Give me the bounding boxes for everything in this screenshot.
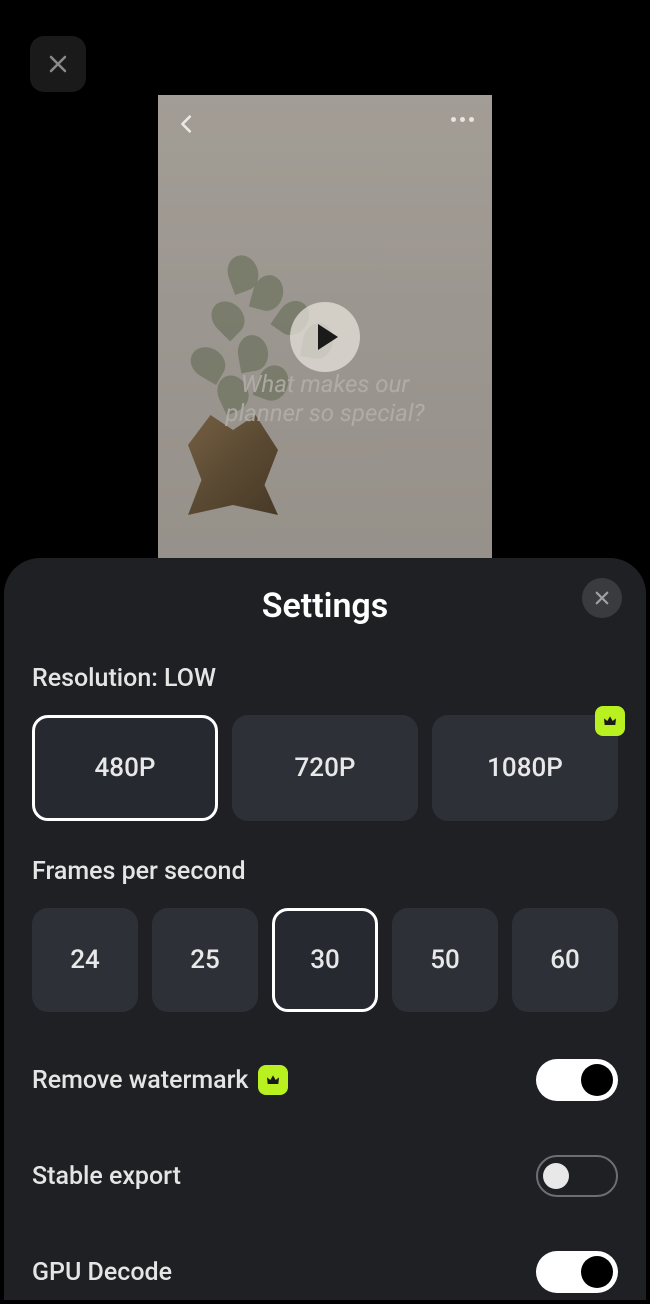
close-icon bbox=[46, 52, 70, 76]
fps-options: 24 25 30 50 60 bbox=[32, 908, 618, 1012]
gpu-decode-toggle[interactable] bbox=[536, 1251, 618, 1293]
resolution-label: Resolution: LOW bbox=[32, 664, 618, 693]
fps-option-25[interactable]: 25 bbox=[152, 908, 258, 1012]
remove-watermark-row: Remove watermark bbox=[32, 1048, 618, 1112]
toggle-knob bbox=[581, 1256, 613, 1288]
premium-badge bbox=[258, 1065, 288, 1095]
toggle-knob bbox=[543, 1163, 569, 1189]
resolution-option-1080p[interactable]: 1080P bbox=[432, 715, 618, 821]
crown-icon bbox=[602, 713, 618, 729]
preview-more-button[interactable] bbox=[451, 117, 474, 122]
gpu-decode-row: GPU Decode bbox=[32, 1240, 618, 1304]
toggle-knob bbox=[581, 1064, 613, 1096]
label-text: Remove watermark bbox=[32, 1066, 248, 1095]
fps-option-50[interactable]: 50 bbox=[392, 908, 498, 1012]
fps-option-24[interactable]: 24 bbox=[32, 908, 138, 1012]
fps-option-30[interactable]: 30 bbox=[272, 908, 378, 1012]
crown-icon bbox=[265, 1072, 281, 1088]
resolution-option-720p[interactable]: 720P bbox=[232, 715, 418, 821]
more-dot bbox=[469, 117, 474, 122]
close-icon bbox=[593, 589, 611, 607]
more-dot bbox=[451, 117, 456, 122]
sheet-title: Settings bbox=[32, 586, 618, 626]
fps-label: Frames per second bbox=[32, 857, 618, 886]
close-button[interactable] bbox=[30, 36, 86, 92]
preview-back-button[interactable] bbox=[176, 113, 198, 139]
chevron-left-icon bbox=[176, 113, 198, 135]
sheet-header: Settings bbox=[32, 586, 618, 626]
resolution-options: 480P 720P 1080P bbox=[32, 715, 618, 821]
option-label: 1080P bbox=[487, 753, 563, 783]
resolution-option-480p[interactable]: 480P bbox=[32, 715, 218, 821]
stable-export-row: Stable export bbox=[32, 1144, 618, 1208]
remove-watermark-toggle[interactable] bbox=[536, 1059, 618, 1101]
premium-badge bbox=[595, 706, 625, 736]
settings-sheet: Settings Resolution: LOW 480P 720P 1080P… bbox=[4, 558, 646, 1300]
stable-export-label: Stable export bbox=[32, 1162, 181, 1191]
remove-watermark-label: Remove watermark bbox=[32, 1065, 288, 1095]
sheet-close-button[interactable] bbox=[582, 578, 622, 618]
gpu-decode-label: GPU Decode bbox=[32, 1258, 172, 1287]
stable-export-toggle[interactable] bbox=[536, 1155, 618, 1197]
play-button[interactable] bbox=[290, 302, 360, 372]
fps-option-60[interactable]: 60 bbox=[512, 908, 618, 1012]
more-dot bbox=[460, 117, 465, 122]
